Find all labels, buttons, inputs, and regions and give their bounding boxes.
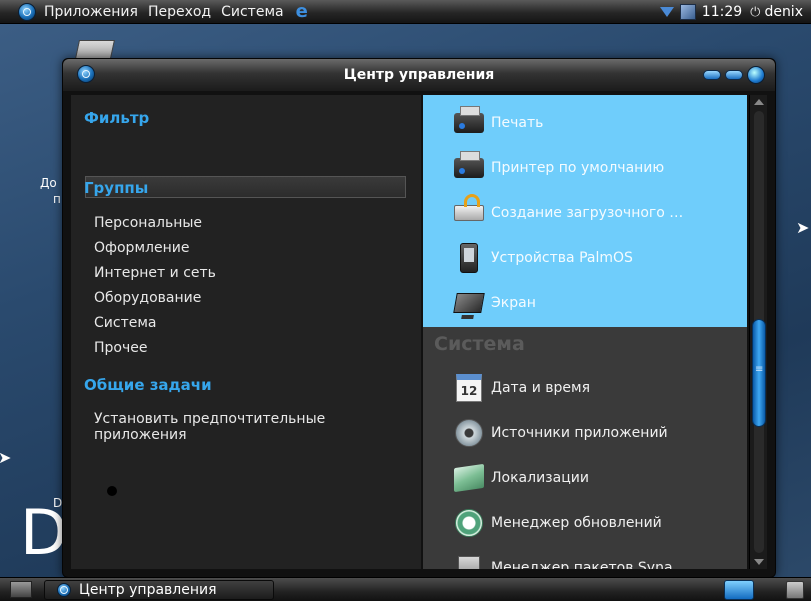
- common-tasks-heading: Общие задачи: [84, 376, 212, 394]
- window-menu-icon[interactable]: [77, 65, 95, 83]
- applet-package-manager[interactable]: Менеджер пакетов Syna: [453, 552, 673, 569]
- main-menu-orb-icon[interactable]: [18, 2, 36, 21]
- show-desktop-icon[interactable]: [10, 581, 32, 598]
- applet-locales[interactable]: Локализации: [453, 462, 589, 494]
- applet-palmos[interactable]: Устройства PalmOS: [453, 242, 633, 274]
- update-manager-icon: [453, 507, 485, 539]
- group-other[interactable]: Прочее: [94, 340, 147, 356]
- close-button[interactable]: [747, 66, 765, 84]
- bottom-panel: Центр управления: [0, 577, 811, 601]
- system-group-heading: Система: [434, 333, 525, 355]
- menu-system[interactable]: Система: [221, 4, 283, 20]
- network-icon[interactable]: [679, 4, 696, 20]
- desktop-big-letter: D: [20, 496, 68, 569]
- system-tray: 11:29 ⏻ denix: [659, 0, 811, 24]
- mouse-pointer-icon: ➤: [0, 448, 12, 467]
- desktop-label-fragment: п: [53, 192, 61, 206]
- control-center-window: Центр управления Фильтр Группы Персональ…: [62, 58, 776, 578]
- printer-icon: [453, 106, 485, 139]
- applet-label: Дата и время: [491, 380, 590, 396]
- window-titlebar[interactable]: Центр управления: [63, 59, 775, 91]
- locale-icon: [453, 462, 485, 494]
- clock[interactable]: 11:29: [702, 4, 742, 20]
- menu-places[interactable]: Переход: [148, 4, 211, 20]
- groups-heading: Группы: [84, 179, 149, 197]
- update-notifier-icon[interactable]: [659, 7, 674, 17]
- applet-display[interactable]: Экран: [453, 287, 536, 319]
- scroll-up-arrow-icon[interactable]: [754, 99, 764, 105]
- group-internet[interactable]: Интернет и сеть: [94, 265, 216, 281]
- printer-icon: [453, 151, 485, 184]
- applet-label: Менеджер пакетов Syna: [491, 560, 673, 569]
- group-personal[interactable]: Персональные: [94, 215, 202, 231]
- applet-label: Устройства PalmOS: [491, 250, 633, 266]
- group-appearance[interactable]: Оформление: [94, 240, 189, 256]
- user-name[interactable]: denix: [764, 4, 803, 20]
- task-preferred-apps[interactable]: Установить предпочтительные приложения: [94, 411, 421, 443]
- applet-date-time[interactable]: 12 Дата и время: [453, 372, 590, 404]
- bullet-dot: [107, 486, 117, 496]
- window-controls: [703, 66, 765, 84]
- scroll-down-arrow-icon[interactable]: [754, 559, 764, 565]
- applet-printing[interactable]: Печать: [453, 106, 544, 139]
- top-panel: Приложения Переход Система e 11:29 ⏻ den…: [0, 0, 811, 24]
- filter-heading: Фильтр: [84, 109, 150, 127]
- applet-startup-disk[interactable]: Создание загрузочного …: [453, 194, 684, 229]
- software-sources-icon: [453, 417, 485, 449]
- taskbar-window-button[interactable]: Центр управления: [44, 580, 274, 600]
- applet-software-sources[interactable]: Источники приложений: [453, 417, 668, 449]
- window-title: Центр управления: [343, 67, 495, 83]
- applets-list: Печать Принтер по умолчанию Создание заг…: [423, 95, 747, 569]
- group-system[interactable]: Система: [94, 315, 156, 331]
- minimize-button[interactable]: [703, 70, 721, 80]
- web-browser-launcher-icon[interactable]: e: [296, 1, 308, 22]
- group-hardware[interactable]: Оборудование: [94, 290, 201, 306]
- applet-label: Менеджер обновлений: [491, 515, 662, 531]
- package-manager-icon: [453, 552, 485, 569]
- vertical-scrollbar[interactable]: [749, 95, 767, 569]
- window-app-icon: [57, 583, 71, 597]
- applet-label: Экран: [491, 295, 536, 311]
- mouse-pointer-icon: ➤: [796, 218, 810, 237]
- applet-label: Локализации: [491, 470, 589, 486]
- applet-label: Принтер по умолчанию: [491, 160, 665, 176]
- calendar-icon: 12: [453, 372, 485, 404]
- applet-update-manager[interactable]: Менеджер обновлений: [453, 507, 662, 539]
- taskbar-window-label: Центр управления: [79, 582, 217, 598]
- hardware-group: Печать Принтер по умолчанию Создание заг…: [423, 95, 747, 327]
- maximize-button[interactable]: [725, 70, 743, 80]
- menu-applications[interactable]: Приложения: [44, 4, 138, 20]
- sidebar: Фильтр Группы Персональные Оформление Ин…: [71, 95, 421, 569]
- applet-label: Источники приложений: [491, 425, 668, 441]
- applet-default-printer[interactable]: Принтер по умолчанию: [453, 151, 665, 184]
- power-icon[interactable]: ⏻: [750, 5, 760, 20]
- monitor-icon: [453, 287, 485, 319]
- workspace-switcher[interactable]: [724, 580, 754, 600]
- trash-icon[interactable]: [786, 581, 804, 599]
- applet-label: Создание загрузочного …: [491, 205, 684, 221]
- applet-label: Печать: [491, 115, 544, 131]
- palm-device-icon: [453, 242, 485, 274]
- usb-startup-disk-icon: [453, 194, 485, 229]
- desktop-label-fragment: До: [40, 176, 57, 190]
- scroll-thumb[interactable]: [752, 319, 766, 427]
